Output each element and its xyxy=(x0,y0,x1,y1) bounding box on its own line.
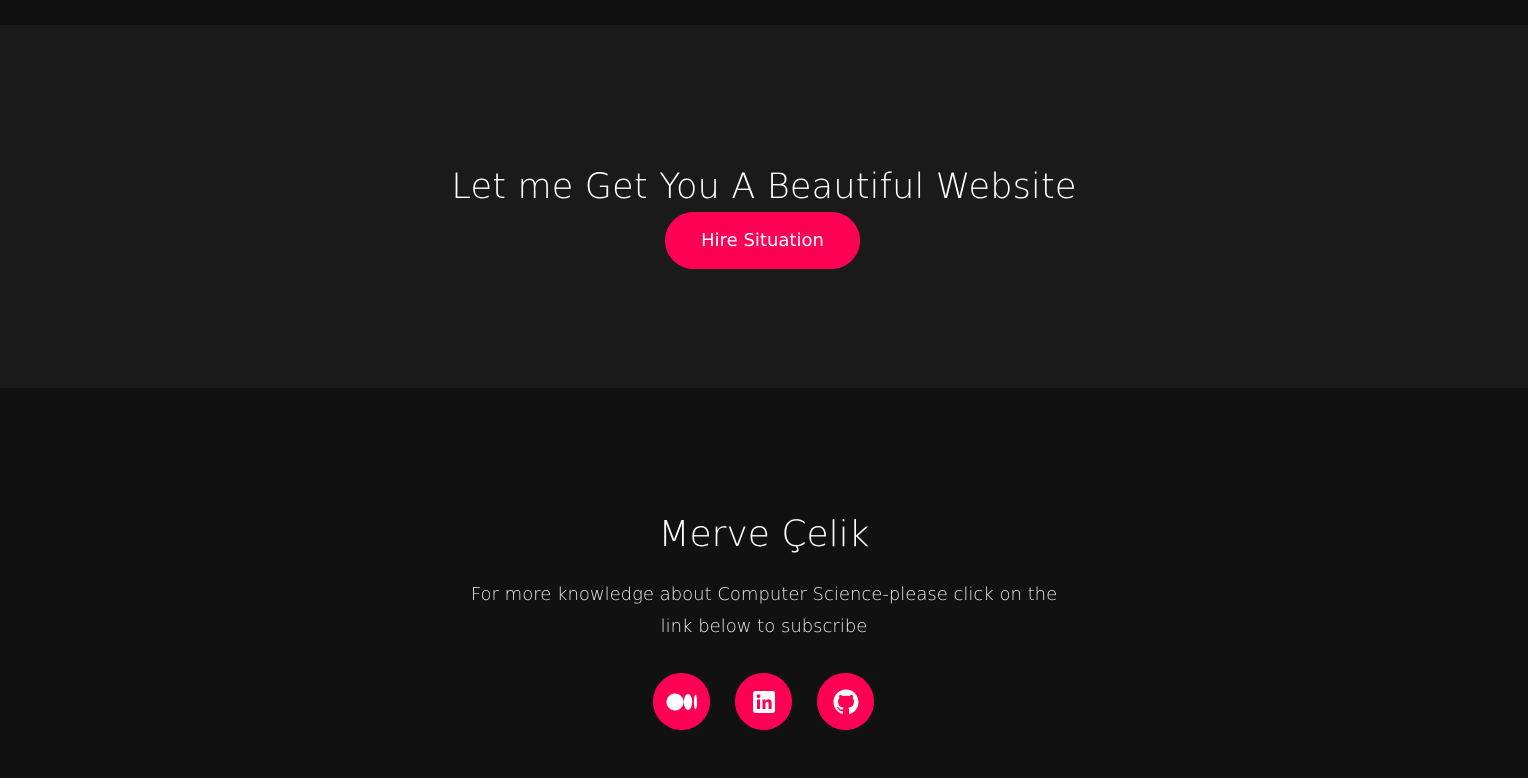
cta-title: Let me Get You A Beautiful Website xyxy=(451,167,1077,207)
medium-icon xyxy=(666,692,698,712)
hire-button[interactable]: Hire Situation xyxy=(665,212,860,269)
top-strip xyxy=(0,0,1528,25)
cta-section: Let me Get You A Beautiful Website Hire … xyxy=(0,25,1528,388)
footer-name: Merve Çelik xyxy=(658,514,870,555)
medium-link[interactable] xyxy=(653,673,710,730)
github-icon xyxy=(833,689,859,715)
social-links xyxy=(653,673,874,730)
footer-description: For more knowledge about Computer Scienc… xyxy=(470,584,1058,637)
linkedin-link[interactable] xyxy=(735,673,792,730)
github-link[interactable] xyxy=(817,673,874,730)
linkedin-icon xyxy=(752,690,775,713)
footer: Merve Çelik For more knowledge about Com… xyxy=(0,388,1528,778)
